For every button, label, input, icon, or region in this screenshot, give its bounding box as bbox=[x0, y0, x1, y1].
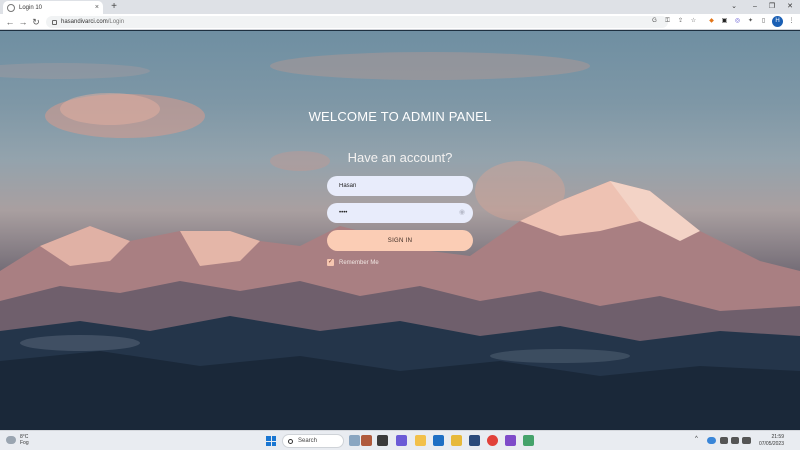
start-button[interactable] bbox=[266, 436, 276, 446]
address-bar[interactable]: hasandivarci.com/Login bbox=[46, 16, 668, 28]
store-app-icon[interactable] bbox=[469, 435, 480, 446]
chrome-app-icon[interactable] bbox=[487, 435, 498, 446]
start-tile bbox=[266, 441, 271, 446]
google-lens-icon[interactable]: G bbox=[650, 17, 659, 26]
weather-desc: Fog bbox=[20, 440, 29, 446]
username-input[interactable] bbox=[327, 176, 473, 196]
close-window-button[interactable]: ✕ bbox=[782, 1, 798, 12]
start-tile bbox=[271, 441, 276, 446]
onedrive-icon[interactable] bbox=[707, 437, 716, 444]
extension-dark-icon[interactable]: ▣ bbox=[720, 17, 729, 26]
tray-overflow-icon[interactable]: ^ bbox=[695, 436, 698, 442]
browser-menu-icon[interactable]: ⋮ bbox=[787, 17, 796, 26]
remember-checkbox[interactable]: ✓ bbox=[327, 259, 334, 266]
sticky-notes-icon[interactable] bbox=[451, 435, 462, 446]
extension-circle-icon[interactable]: ◎ bbox=[733, 17, 742, 26]
widgets-app-icon[interactable] bbox=[361, 435, 372, 446]
tab-title: Login 10 bbox=[19, 4, 43, 11]
extensions-puzzle-icon[interactable]: ✦ bbox=[746, 17, 755, 26]
tab-search-chevron-icon[interactable]: ⌄ bbox=[726, 1, 742, 12]
profile-avatar[interactable]: H bbox=[772, 16, 783, 27]
url-text: hasandivarci.com/Login bbox=[61, 19, 124, 25]
search-icon bbox=[288, 438, 293, 444]
remember-me[interactable]: ✓ Remember Me bbox=[327, 259, 379, 266]
browser-tab-strip: Login 10 × + ⌄ – ❐ ✕ bbox=[0, 0, 800, 14]
start-tile bbox=[266, 436, 271, 441]
password-input[interactable] bbox=[327, 203, 473, 223]
browser-toolbar: ← → ↻ hasandivarci.com/Login G ⚿ ⇪ ☆ ◆ ▣… bbox=[0, 14, 800, 30]
url-domain: hasandivarci.com bbox=[61, 19, 108, 25]
visual-studio-icon[interactable] bbox=[505, 435, 516, 446]
windows-taskbar: 8°C Fog Search ^ 21:59 07/05/2023 bbox=[0, 430, 800, 450]
globe-icon bbox=[7, 3, 15, 12]
weather-widget[interactable]: 8°C Fog bbox=[6, 434, 29, 446]
url-path: /Login bbox=[107, 19, 125, 25]
terminal-app-icon[interactable] bbox=[377, 435, 388, 446]
remember-label: Remember Me bbox=[339, 259, 379, 266]
weather-text: 8°C Fog bbox=[20, 434, 29, 446]
back-button[interactable]: ← bbox=[4, 16, 16, 28]
clock-date: 07/05/2023 bbox=[758, 441, 784, 447]
sign-in-button[interactable]: SIGN IN bbox=[327, 230, 473, 251]
bookmark-star-icon[interactable]: ☆ bbox=[689, 17, 698, 26]
minimize-button[interactable]: – bbox=[747, 1, 763, 12]
browser-tab[interactable]: Login 10 × bbox=[3, 1, 103, 14]
task-view-icon[interactable] bbox=[349, 435, 360, 446]
mail-app-icon[interactable] bbox=[433, 435, 444, 446]
have-account-heading: Have an account? bbox=[347, 150, 453, 165]
new-tab-button[interactable]: + bbox=[108, 1, 120, 13]
clock-time: 21:59 bbox=[771, 434, 784, 440]
search-label: Search bbox=[298, 438, 318, 444]
page-title: WELCOME TO ADMIN PANEL bbox=[308, 109, 492, 124]
teams-chat-icon[interactable] bbox=[396, 435, 407, 446]
side-panel-icon[interactable]: ▯ bbox=[759, 17, 768, 26]
system-clock[interactable]: 21:59 07/05/2023 bbox=[756, 434, 784, 448]
lock-icon bbox=[52, 19, 57, 25]
share-icon[interactable]: ⇪ bbox=[676, 17, 685, 26]
volume-icon[interactable] bbox=[731, 437, 739, 444]
file-explorer-icon[interactable] bbox=[415, 435, 426, 446]
login-page: WELCOME TO ADMIN PANEL Have an account? … bbox=[0, 31, 800, 430]
battery-icon[interactable] bbox=[742, 437, 751, 444]
taskbar-search[interactable]: Search bbox=[282, 434, 344, 448]
tab-close-icon[interactable]: × bbox=[95, 4, 99, 11]
metamask-extension-icon[interactable]: ◆ bbox=[707, 17, 716, 26]
toggle-password-eye-icon[interactable]: ◉ bbox=[458, 209, 466, 217]
forward-button[interactable]: → bbox=[17, 16, 29, 28]
reload-button[interactable]: ↻ bbox=[30, 16, 42, 28]
restore-button[interactable]: ❐ bbox=[764, 1, 780, 12]
start-tile bbox=[271, 436, 276, 441]
password-key-icon[interactable]: ⚿ bbox=[663, 17, 672, 26]
wifi-icon[interactable] bbox=[720, 437, 728, 444]
app-icon[interactable] bbox=[523, 435, 534, 446]
fog-icon bbox=[6, 436, 16, 444]
